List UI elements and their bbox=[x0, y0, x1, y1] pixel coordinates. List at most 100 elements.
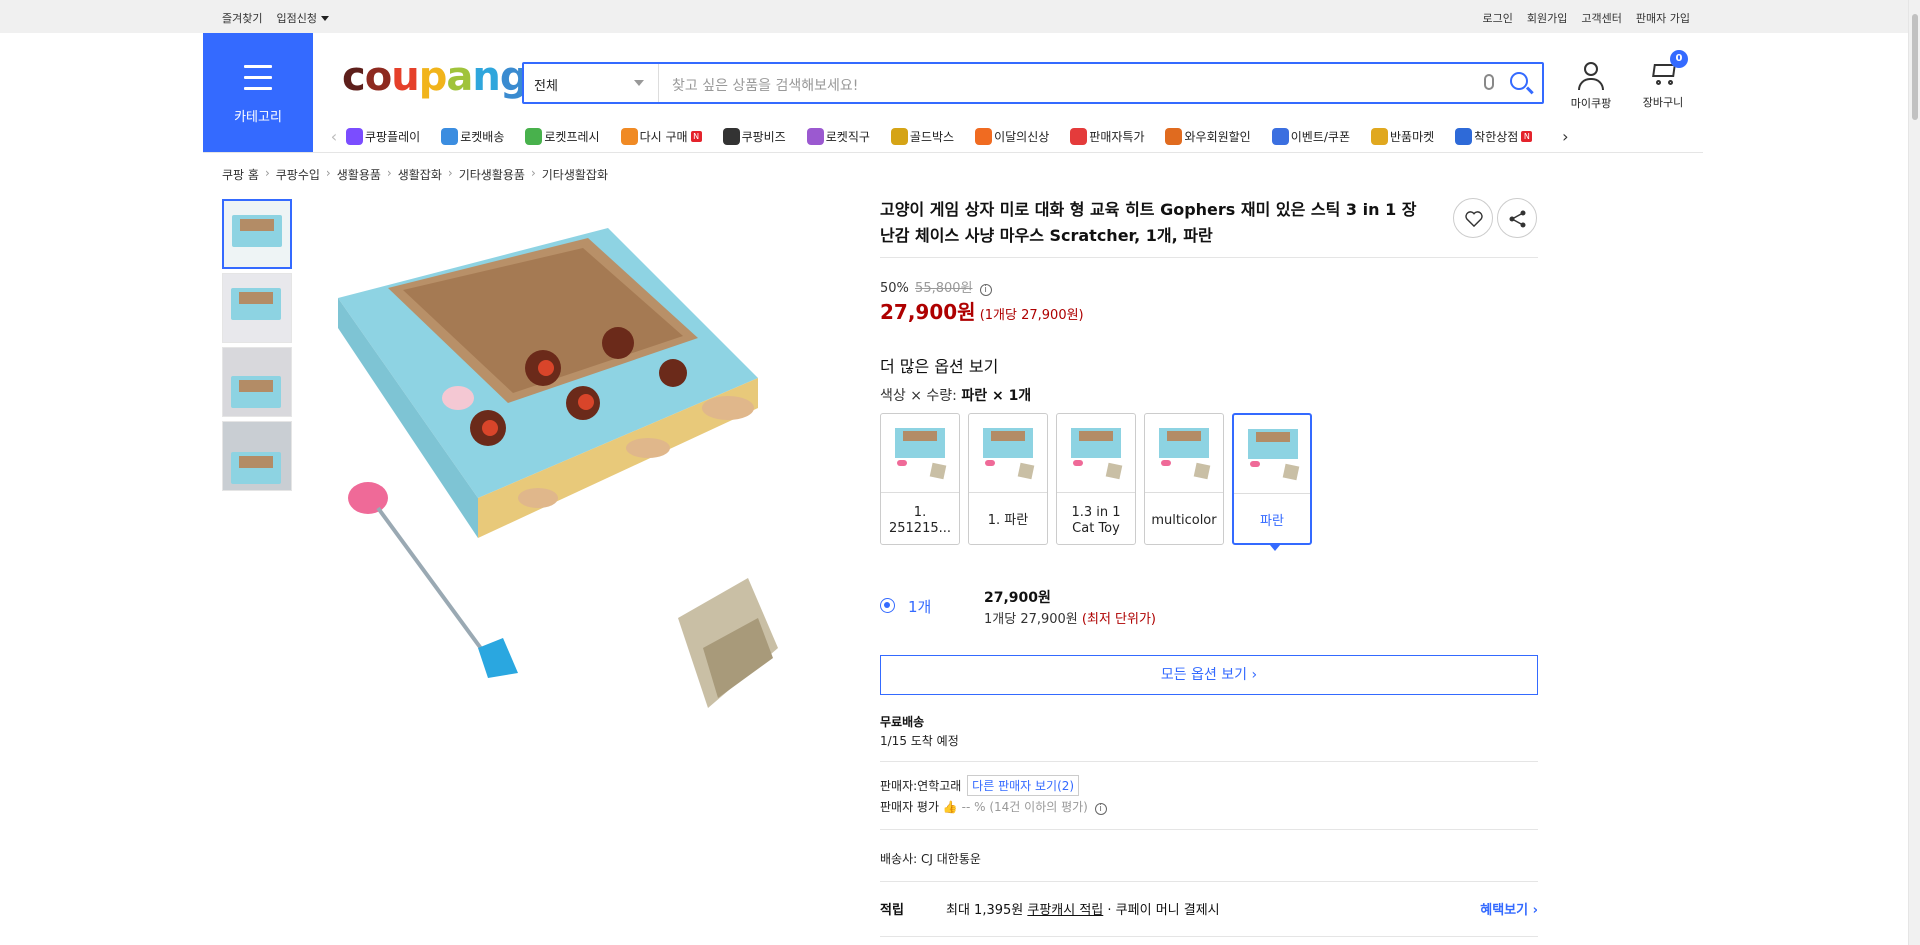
search-icon[interactable] bbox=[1510, 72, 1528, 90]
nav-item[interactable]: 이달의신상 bbox=[975, 127, 1050, 145]
shortcut-nav: ‹ 쿠팡플레이 로켓배송 로켓프레시 다시 구매 N 쿠팡비즈 로켓직구 골드박스 이달의신상 판… bbox=[322, 123, 1692, 149]
option-label: 파란 bbox=[1260, 513, 1284, 529]
product-main-image[interactable] bbox=[318, 218, 858, 718]
nav-item[interactable]: 이벤트/쿠폰 bbox=[1271, 127, 1350, 145]
option-label: 1. 파란 bbox=[987, 512, 1029, 528]
quantity-label[interactable]: 1개 bbox=[908, 596, 931, 617]
nav-item[interactable]: 다시 구매 N bbox=[620, 127, 702, 145]
seller-name[interactable]: 연학고래 bbox=[917, 779, 961, 793]
other-sellers-button[interactable]: 다른 판매자 보기(2) bbox=[967, 775, 1080, 796]
thumbnail-2[interactable] bbox=[222, 273, 292, 343]
signup-link[interactable]: 회원가입 bbox=[1527, 10, 1567, 26]
nav-item[interactable]: 골드박스 bbox=[890, 127, 954, 145]
sale-price-row: 27,900원 (1개당 27,900원) bbox=[880, 296, 1084, 325]
option-image bbox=[975, 422, 1041, 484]
quantity-radio[interactable] bbox=[880, 598, 895, 613]
seller-signup-link[interactable]: 판매자 가입 bbox=[1636, 10, 1690, 26]
search-input[interactable]: 찾고 싶은 상품을 검색해보세요! bbox=[672, 75, 858, 95]
nav-item[interactable]: 반품마켓 bbox=[1370, 127, 1435, 145]
nav-item-icon bbox=[1070, 127, 1088, 145]
nav-item[interactable]: 로켓배송 bbox=[441, 127, 505, 145]
nav-item-icon bbox=[1455, 127, 1473, 145]
nav-next-arrow-icon[interactable]: › bbox=[1553, 127, 1577, 146]
nav-item[interactable]: 판매자특가 bbox=[1070, 127, 1144, 145]
option-image bbox=[1151, 422, 1217, 484]
mycoupang-button[interactable]: 마이쿠팡 bbox=[1566, 62, 1616, 111]
thumbnail-1[interactable] bbox=[222, 199, 292, 269]
thumbnail-4[interactable] bbox=[222, 421, 292, 491]
cash-link[interactable]: 쿠팡캐시 적립 bbox=[1027, 903, 1103, 918]
divider bbox=[880, 761, 1538, 762]
breadcrumb-item[interactable]: 쿠팡수입 bbox=[276, 166, 320, 183]
nav-item-label: 다시 구매 bbox=[639, 129, 688, 144]
option-image bbox=[887, 422, 953, 484]
points-label: 적립 bbox=[880, 903, 904, 918]
nav-item-label: 로켓직구 bbox=[825, 129, 870, 144]
option-card[interactable]: 1.3 in 1 Cat Toy bbox=[1056, 413, 1136, 545]
option-card[interactable]: 파란 bbox=[1232, 413, 1312, 551]
nav-item-label: 로켓프레시 bbox=[544, 129, 600, 144]
option-label: 색상 × 수량: bbox=[880, 388, 957, 404]
share-button[interactable] bbox=[1497, 198, 1537, 238]
nav-item[interactable]: 쿠팡비즈 bbox=[722, 127, 786, 145]
nav-item-label: 이달의신상 bbox=[994, 129, 1050, 144]
breadcrumb-item[interactable]: 쿠팡 홈 bbox=[222, 166, 259, 183]
nav-prev-arrow-icon[interactable]: ‹ bbox=[322, 127, 346, 146]
nav-item[interactable]: 로켓프레시 bbox=[525, 127, 600, 145]
info-icon[interactable]: i bbox=[1094, 803, 1107, 815]
divider bbox=[880, 257, 1538, 258]
wishlist-button[interactable] bbox=[1453, 198, 1493, 238]
login-link[interactable]: 로그인 bbox=[1483, 10, 1513, 26]
search-scope-select[interactable]: 전체 bbox=[524, 64, 659, 102]
shipping-type: 무료배송 bbox=[880, 715, 925, 729]
breadcrumb-item[interactable]: 기타생활잡화 bbox=[542, 166, 608, 183]
info-icon[interactable]: i bbox=[979, 284, 992, 296]
nav-item-icon bbox=[806, 127, 824, 145]
selected-pointer-icon bbox=[1270, 545, 1280, 551]
nav-item[interactable]: 로켓직구 bbox=[806, 127, 870, 145]
divider bbox=[880, 936, 1538, 937]
breadcrumb-item[interactable]: 기타생활용품 bbox=[459, 166, 525, 183]
chevron-down-icon bbox=[320, 16, 329, 21]
nav-item-label: 와우회원할인 bbox=[1184, 129, 1251, 144]
benefit-link[interactable]: 혜택보기 › bbox=[1480, 899, 1538, 918]
option-card[interactable]: multicolor bbox=[1144, 413, 1224, 545]
all-options-button[interactable]: 모든 옵션 보기 › bbox=[880, 655, 1538, 695]
nav-item-icon bbox=[441, 127, 459, 145]
category-label: 카테고리 bbox=[234, 110, 282, 125]
heart-icon bbox=[1465, 211, 1483, 227]
quantity-price: 27,900원 bbox=[984, 590, 1051, 606]
breadcrumb-separator-icon: › bbox=[386, 166, 392, 180]
option-list: 1. 251215... 1. 파란 1.3 in 1 Cat Toy multico… bbox=[880, 413, 1312, 551]
original-price: 55,800원 bbox=[915, 281, 973, 296]
breadcrumb-item[interactable]: 생활잡화 bbox=[398, 166, 442, 183]
carrier-label: 배송사: bbox=[880, 852, 918, 866]
option-value: 파란 × 1개 bbox=[961, 388, 1032, 404]
nav-item-icon bbox=[1165, 127, 1183, 145]
breadcrumb-item[interactable]: 생활용품 bbox=[337, 166, 381, 183]
support-link[interactable]: 고객센터 bbox=[1581, 10, 1621, 26]
coupang-logo[interactable]: coupang bbox=[342, 54, 528, 100]
logo-letter: u bbox=[391, 54, 420, 100]
nav-item[interactable]: 와우회원할인 bbox=[1165, 127, 1251, 145]
page-scrollbar[interactable] bbox=[1908, 0, 1920, 945]
top-utility-bar: 즐겨찾기 입점신청 로그인 회원가입 고객센터 판매자 가입 bbox=[0, 0, 1908, 33]
category-menu-button[interactable]: 카테고리 bbox=[203, 33, 313, 153]
thumbnail-3[interactable] bbox=[222, 347, 292, 417]
option-card[interactable]: 1. 파란 bbox=[968, 413, 1048, 545]
scrollbar-thumb[interactable] bbox=[1912, 14, 1918, 120]
more-options-heading: 더 많은 옵션 보기 bbox=[880, 357, 999, 376]
microphone-icon[interactable] bbox=[1484, 74, 1494, 90]
nav-item[interactable]: 쿠팡플레이 bbox=[346, 127, 420, 145]
nav-item-label: 쿠팡비즈 bbox=[741, 129, 786, 144]
nav-item[interactable]: 착한상점 N bbox=[1455, 127, 1533, 145]
discount-rate: 50% bbox=[880, 281, 909, 296]
search-bar: 전체 찾고 싶은 상품을 검색해보세요! bbox=[522, 62, 1544, 104]
hamburger-icon bbox=[244, 65, 272, 98]
nav-item-label: 반품마켓 bbox=[1389, 129, 1435, 144]
seller-rating-note: (14건 이하의 평가) bbox=[989, 800, 1088, 814]
option-card[interactable]: 1. 251215... bbox=[880, 413, 960, 545]
nav-item-label: 로켓배송 bbox=[460, 129, 505, 144]
apply-link[interactable]: 입점신청 bbox=[276, 10, 329, 26]
favorites-link[interactable]: 즐겨찾기 bbox=[222, 10, 262, 26]
